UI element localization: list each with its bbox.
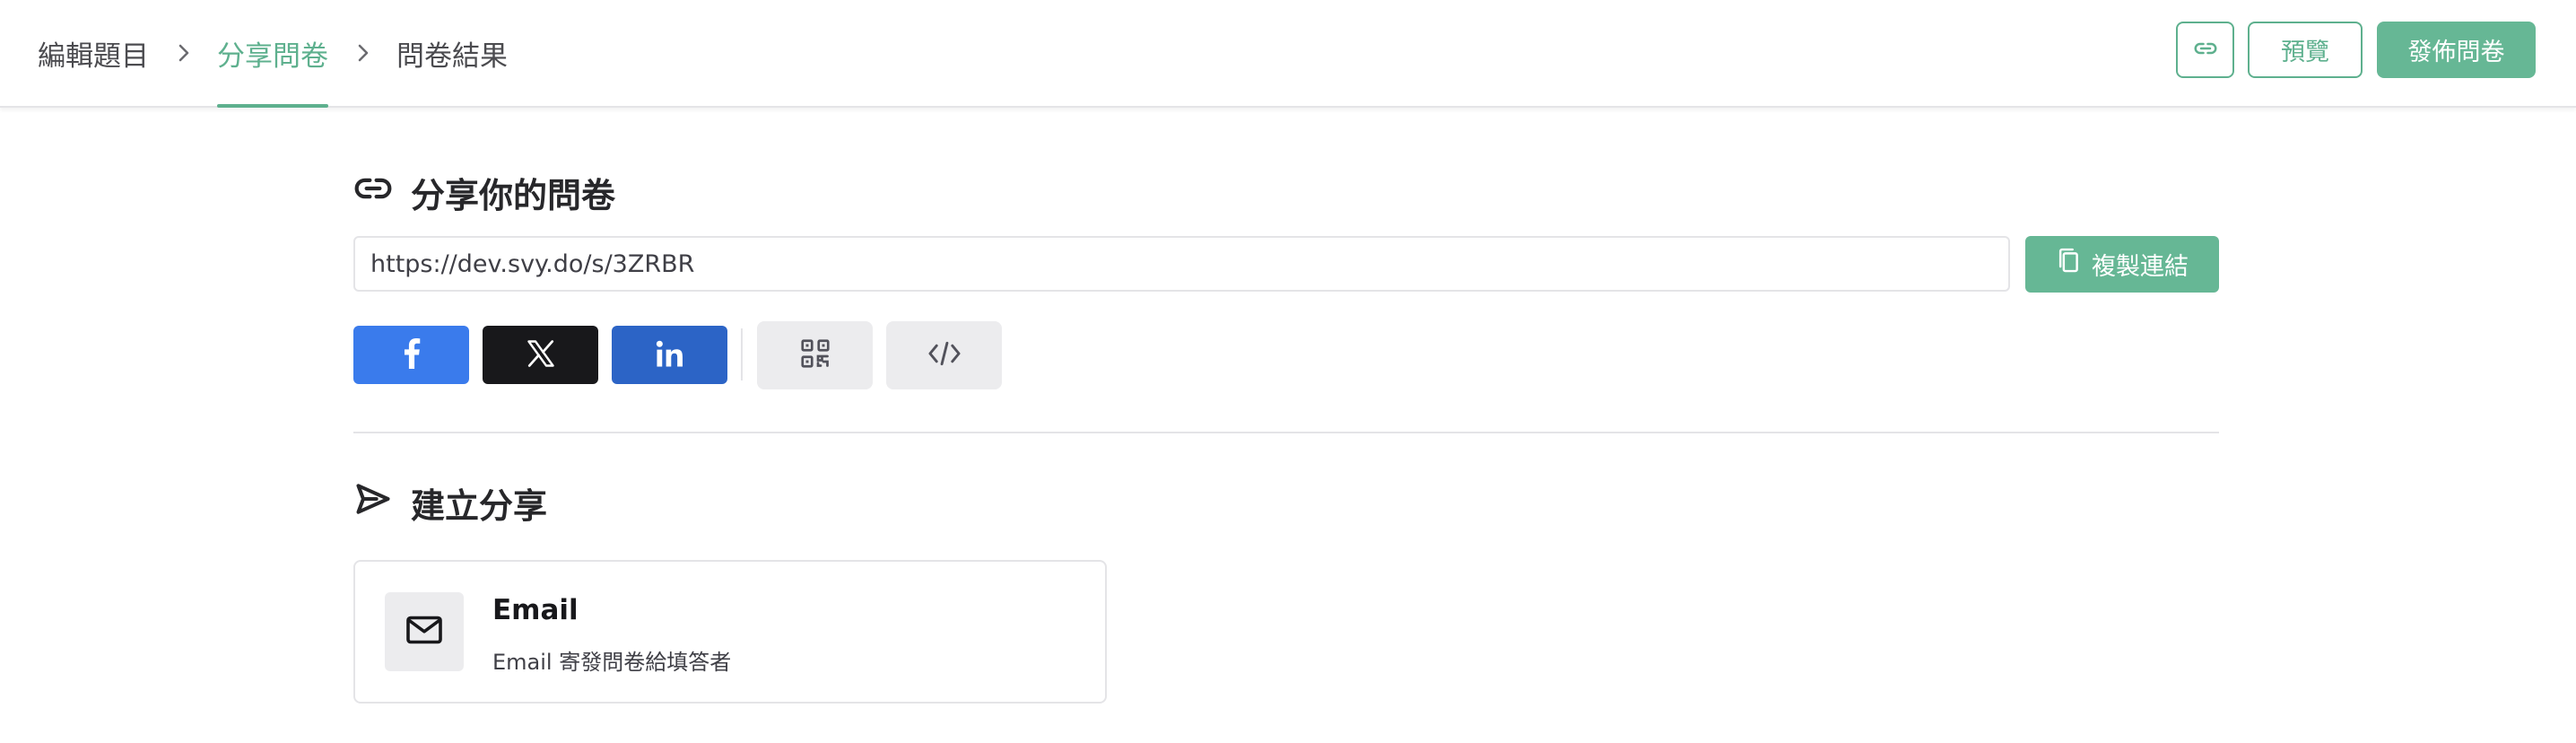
embed-code-button[interactable] [886,321,1002,389]
section-divider [353,432,2219,433]
email-card-description: Email 寄發問卷給填答者 [492,650,732,675]
chevron-right-icon [352,41,375,65]
copy-link-button[interactable] [2176,22,2234,78]
share-section-title: 分享你的問卷 [353,165,615,219]
preview-button[interactable]: 預覽 [2248,22,2363,78]
linkedin-icon [656,340,684,371]
email-share-card[interactable]: Email Email 寄發問卷給填答者 [353,560,1107,704]
create-share-title-text: 建立分享 [411,485,548,526]
mail-icon-box [385,592,464,671]
mail-icon [405,614,444,650]
link-icon [2192,35,2219,66]
qr-code-button[interactable] [757,321,873,389]
copy-link-button[interactable]: 複製連結 [2025,236,2219,293]
share-facebook-button[interactable] [353,326,469,384]
link-icon [353,169,393,216]
facebook-icon [402,337,422,372]
create-share-section-title: 建立分享 [353,476,547,529]
email-card-title: Email [492,594,579,626]
breadcrumb-share-survey[interactable]: 分享問卷 [217,0,328,108]
share-x-button[interactable] [483,326,598,384]
copy-icon [2056,247,2083,282]
qr-code-icon [799,337,831,373]
share-linkedin-button[interactable] [612,326,727,384]
copy-link-label: 複製連結 [2092,253,2189,281]
top-bar: 編輯題目 分享問卷 問卷結果 預覽 發佈問卷 [0,0,2576,108]
publish-survey-button[interactable]: 發佈問卷 [2377,22,2536,78]
share-title-text: 分享你的問卷 [411,175,616,215]
share-url-field[interactable]: https://dev.svy.do/s/3ZRBR [353,236,2010,292]
share-url-text: https://dev.svy.do/s/3ZRBR [370,249,695,278]
code-icon [927,338,962,372]
chevron-right-icon [172,41,196,65]
x-icon [525,337,557,373]
send-icon [353,479,393,527]
divider [741,328,743,380]
breadcrumb-edit-questions[interactable]: 編輯題目 [38,0,149,106]
breadcrumb-survey-results[interactable]: 問卷結果 [396,0,508,106]
